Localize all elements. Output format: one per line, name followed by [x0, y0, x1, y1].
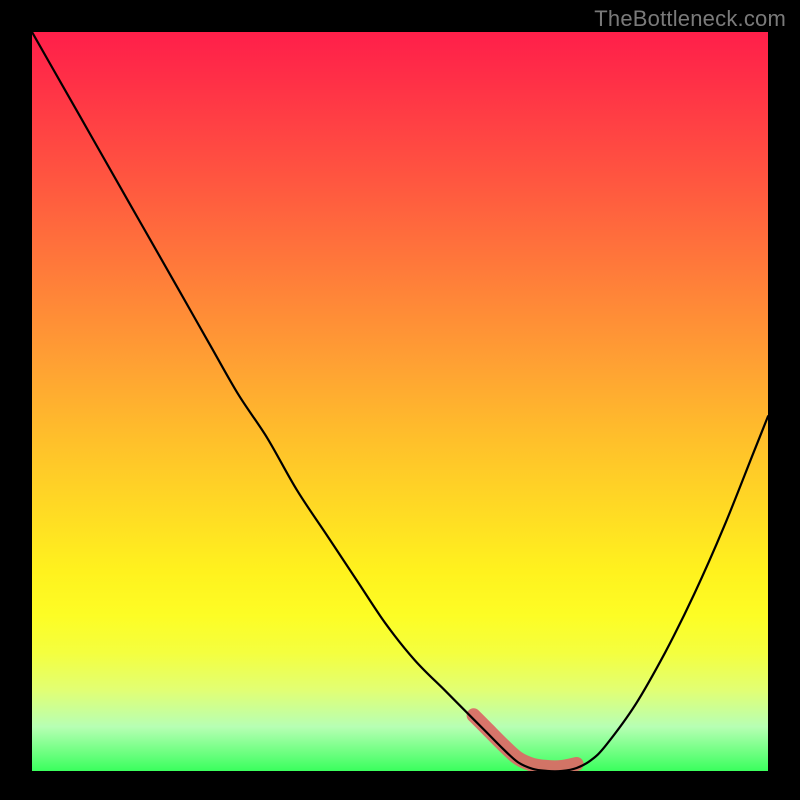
curve-svg — [32, 32, 768, 771]
watermark-text: TheBottleneck.com — [594, 6, 786, 32]
bottleneck-curve — [32, 32, 768, 771]
plot-area — [32, 32, 768, 771]
trough-band — [474, 715, 577, 767]
chart-frame: TheBottleneck.com — [0, 0, 800, 800]
